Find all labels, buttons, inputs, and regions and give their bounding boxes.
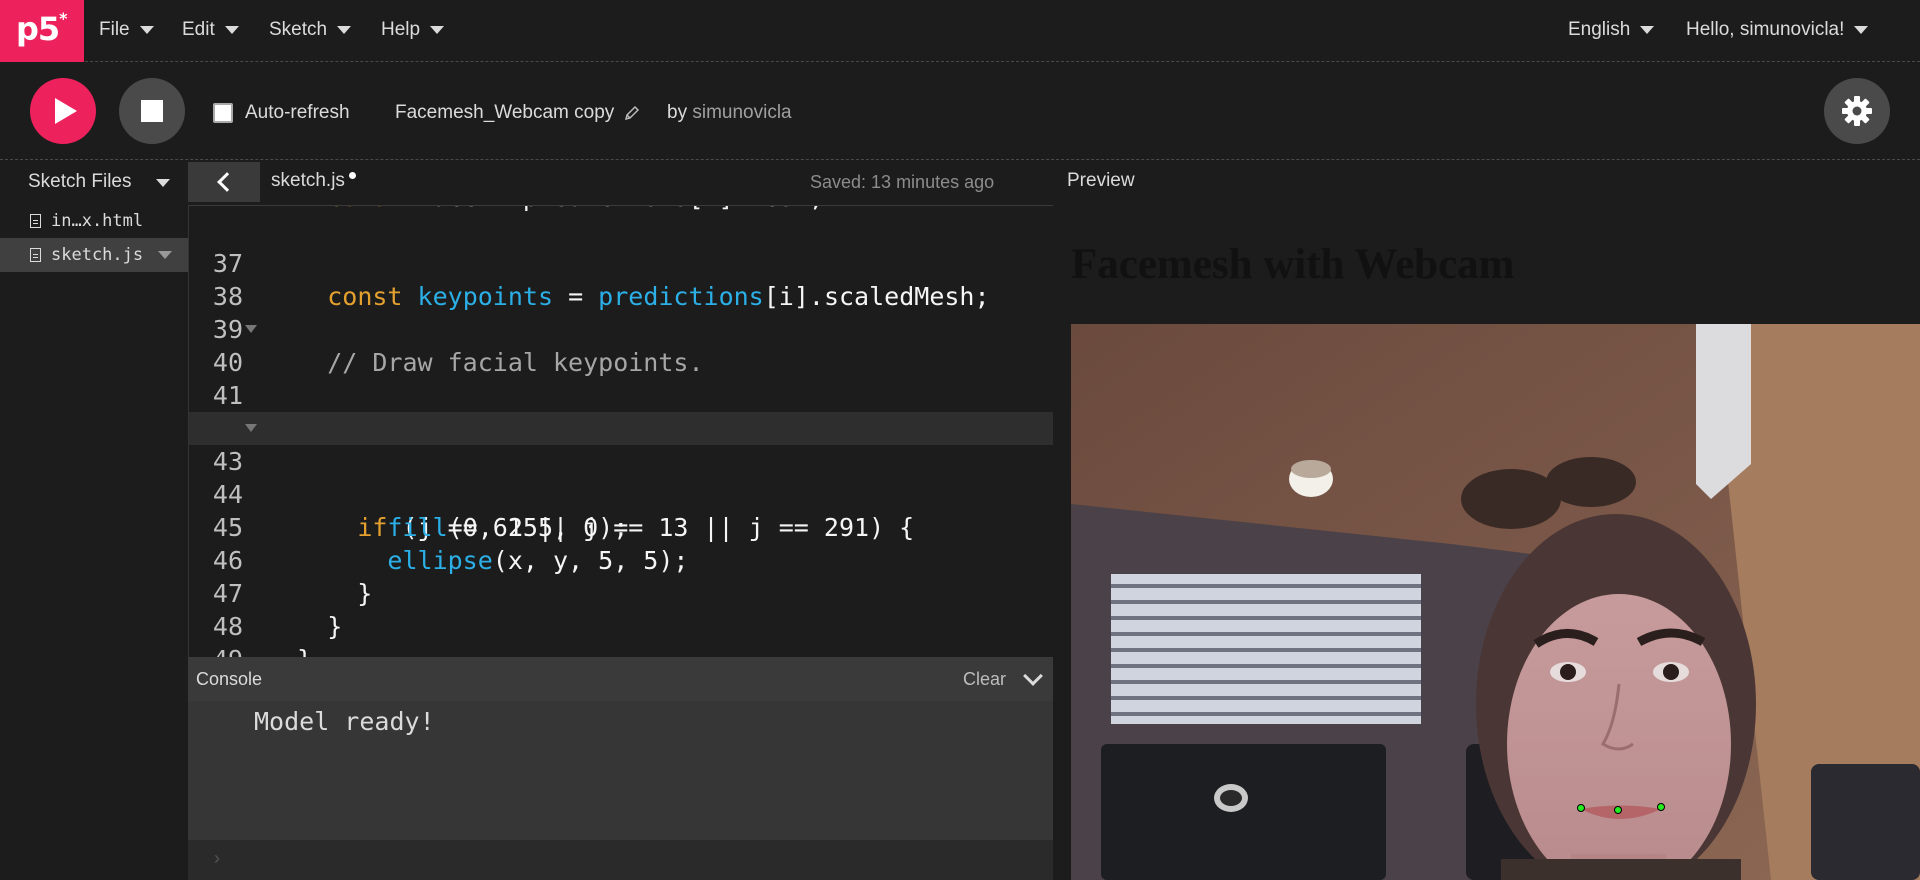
code-line: 48 } [189, 577, 1053, 657]
unsaved-dot-icon [348, 172, 356, 179]
keypoint-upper-lip [1614, 806, 1622, 814]
code-line-active: 43 if (j == 61 || j == 13 || j == 291) { [189, 412, 1053, 542]
file-name: sketch.js [51, 245, 144, 265]
preview-page-heading: Facemesh with Webcam [1071, 241, 1515, 288]
stop-button[interactable] [119, 78, 185, 144]
chevron-right-icon: › [214, 848, 220, 868]
console-input[interactable]: › [188, 840, 1053, 880]
play-icon [55, 98, 77, 124]
keypoint-left-mouth [1577, 804, 1585, 812]
menu-sketch-label: Sketch [269, 19, 328, 40]
code-line: 37 const keypoints = predictions[i].scal… [189, 214, 1053, 311]
user-greeting: Hello, simunovicla! [1686, 19, 1845, 40]
file-item-sketch-js[interactable]: sketch.js [0, 238, 188, 272]
editor-tab[interactable]: sketch.js [271, 170, 356, 192]
code-line: 46 } [189, 511, 1053, 608]
chevron-down-icon [430, 26, 445, 34]
console-clear-button[interactable]: Clear [963, 669, 1006, 690]
console-title: Console [196, 669, 263, 689]
menu-help-label: Help [381, 19, 421, 40]
code-line: 38 [189, 247, 1053, 311]
code-line: 49 } [189, 610, 1053, 657]
autorefresh-checkbox[interactable] [213, 103, 233, 123]
menu-sketch[interactable]: Sketch [269, 19, 352, 41]
file-item-index-html[interactable]: in…x.html [0, 204, 188, 238]
menu-help[interactable]: Help [381, 19, 445, 41]
collapse-sidebar-button[interactable] [188, 162, 260, 202]
chevron-left-icon [217, 172, 237, 192]
code-line: 41 const [x, y] = keypoints[j]; [189, 346, 1053, 443]
language-menu[interactable]: English [1568, 19, 1655, 41]
webcam-image [1071, 324, 1920, 880]
play-button[interactable] [30, 78, 96, 144]
sketch-title[interactable]: Facemesh_Webcam copy [395, 102, 640, 124]
menu-file[interactable]: File [99, 19, 154, 41]
console-message: Model ready! [254, 707, 435, 736]
code-line: 47 } [189, 544, 1053, 641]
sketch-author: by simunovicla [667, 102, 792, 124]
chevron-down-icon[interactable] [1023, 666, 1043, 686]
console-header: Console Clear [188, 657, 1053, 701]
sketch-title-text: Facemesh_Webcam copy [395, 102, 615, 123]
file-icon [30, 248, 41, 262]
by-prefix: by [667, 102, 688, 123]
code-line: 40 for (let j = 0; j < keypoints.length;… [189, 313, 1053, 443]
keypoint-right-mouth [1657, 803, 1665, 811]
code-text: const face = predictions[i].mesh; [267, 206, 824, 214]
toolbar: Auto-refresh Facemesh_Webcam copy by sim… [0, 62, 1920, 160]
chevron-down-icon [156, 179, 170, 187]
menu-edit[interactable]: Edit [182, 19, 239, 41]
editor-tab-label: sketch.js [271, 170, 345, 191]
menu-file-label: File [99, 19, 130, 40]
code-line: 50 [189, 643, 1053, 657]
chevron-down-icon [337, 26, 352, 34]
logo-text: p5 [16, 10, 60, 48]
gear-icon [1842, 96, 1872, 126]
code-line: const face = predictions[i].mesh; [189, 206, 1053, 214]
author-link[interactable]: simunovicla [692, 102, 791, 123]
chevron-down-icon [139, 26, 154, 34]
settings-button[interactable] [1824, 78, 1890, 144]
file-icon [30, 214, 41, 228]
top-nav: p5* File Edit Sketch Help English Hello,… [0, 0, 1920, 62]
console-output: Model ready! [188, 701, 1053, 840]
autorefresh-label: Auto-refresh [245, 102, 350, 123]
language-label: English [1568, 19, 1631, 40]
code-line: 44 fill(0, 255, 0); [189, 445, 1053, 542]
code-line: 45 ellipse(x, y, 5, 5); [189, 478, 1053, 575]
file-list: in…x.html sketch.js [0, 204, 188, 272]
chevron-down-icon [224, 26, 239, 34]
webcam-canvas[interactable] [1071, 324, 1920, 880]
chevron-down-icon [1640, 26, 1655, 34]
chevron-down-icon [1854, 26, 1869, 34]
code-line: 39 // Draw facial keypoints. [189, 280, 1053, 377]
sketch-files-label: Sketch Files [28, 171, 132, 192]
saved-status: Saved: 13 minutes ago [810, 172, 995, 192]
user-menu[interactable]: Hello, simunovicla! [1686, 19, 1869, 41]
code-line: 42 [189, 379, 1053, 443]
fold-arrow-icon[interactable] [245, 325, 257, 333]
fold-arrow-icon[interactable] [245, 424, 257, 432]
autorefresh-toggle[interactable]: Auto-refresh [213, 102, 350, 124]
file-options-icon[interactable] [158, 251, 172, 259]
pencil-icon[interactable] [624, 105, 640, 121]
sketch-files-toggle[interactable]: Sketch Files [0, 162, 188, 202]
menu-edit-label: Edit [182, 19, 215, 40]
logo-asterisk: * [59, 9, 67, 29]
code-editor[interactable]: const face = predictions[i].mesh; 37 con… [188, 205, 1053, 657]
stop-icon [141, 100, 163, 122]
preview-label: Preview [1067, 170, 1135, 191]
p5-logo[interactable]: p5* [0, 0, 84, 62]
file-name: in…x.html [51, 211, 144, 231]
